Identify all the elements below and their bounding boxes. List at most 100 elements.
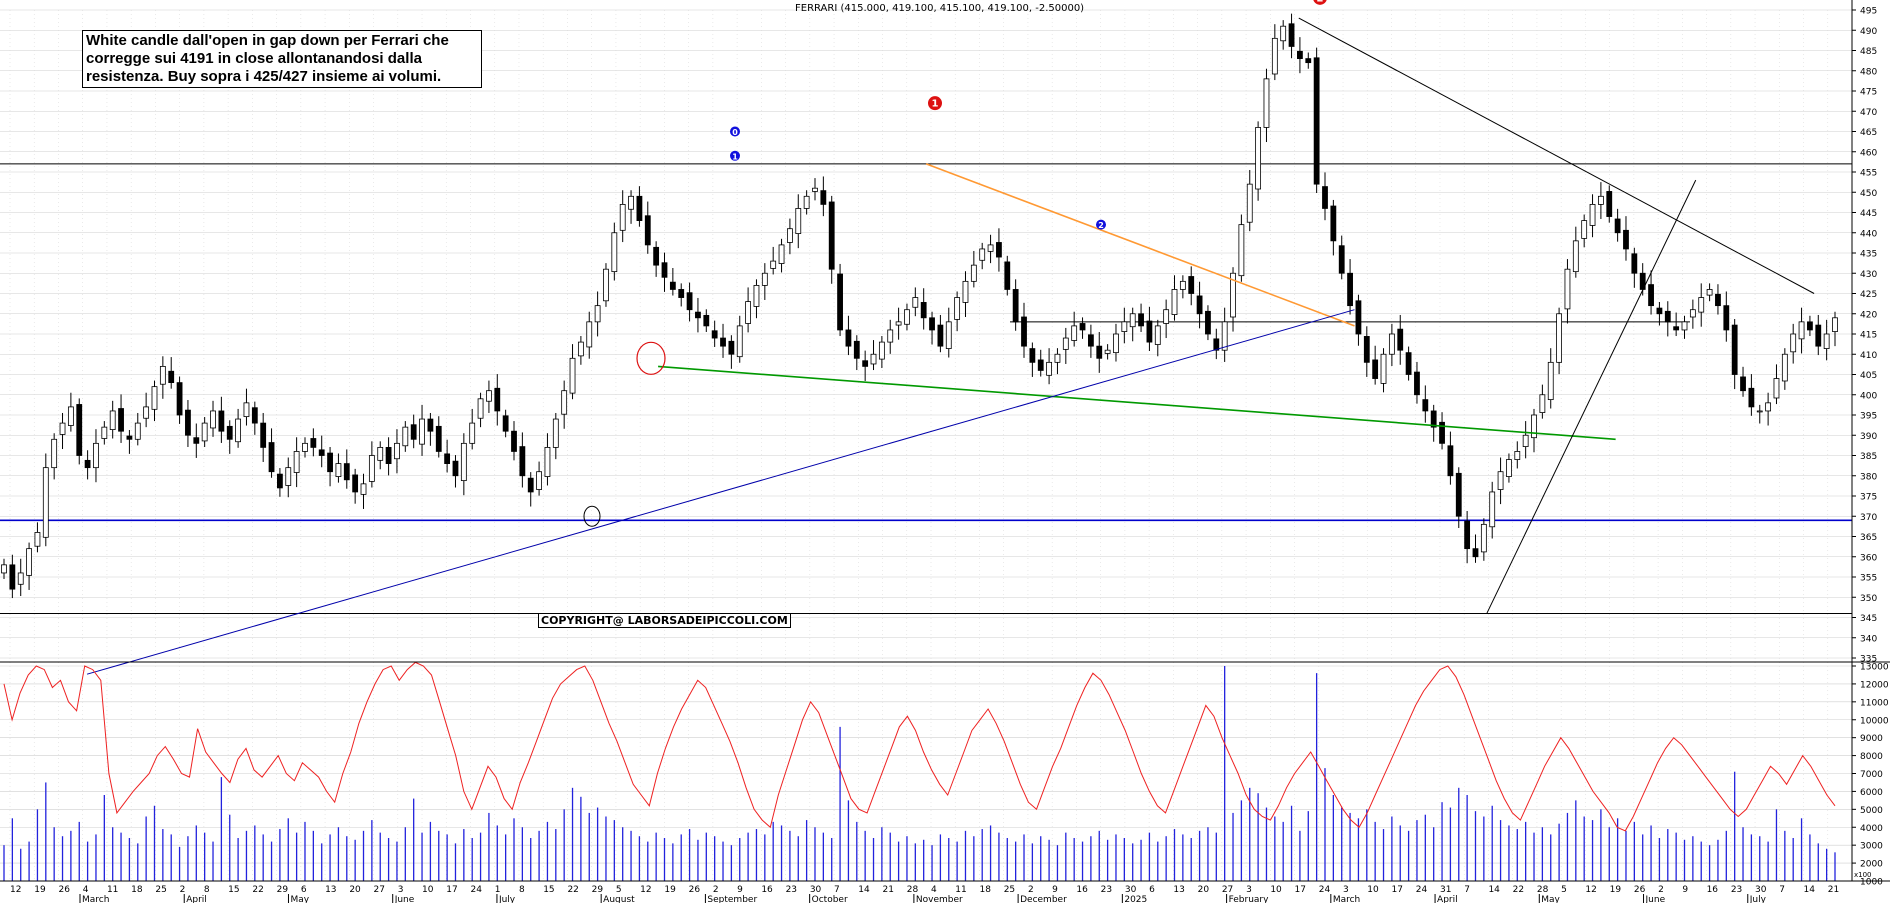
candle-body [1363, 336, 1370, 363]
day-tick-label: 28 [907, 885, 919, 895]
candle-body [201, 422, 208, 442]
candle-body [1154, 325, 1161, 345]
candle-body [126, 435, 133, 440]
candle-body [870, 353, 877, 365]
price-tick-label: 440 [1860, 229, 1877, 239]
candle-body [1054, 353, 1061, 363]
candle-body [377, 446, 384, 461]
day-tick-label: 12 [10, 885, 21, 895]
candle-body [1564, 268, 1571, 310]
candle-body [293, 451, 300, 473]
day-tick-label: 16 [1076, 885, 1088, 895]
candle-body [1255, 127, 1262, 190]
day-tick-label: 17 [446, 885, 457, 895]
month-tick-label: March [82, 895, 109, 903]
candle-body [226, 425, 233, 440]
day-tick-label: 14 [1488, 885, 1500, 895]
candle-body [1305, 58, 1312, 64]
price-tick-label: 475 [1860, 88, 1877, 98]
candle-body [51, 438, 58, 469]
day-tick-label: 20 [1198, 885, 1210, 895]
candle-body [318, 449, 325, 456]
day-tick-label: 24 [471, 885, 483, 895]
candle-body [268, 442, 275, 473]
candle-body [1322, 186, 1328, 209]
volume-tick-label: 11000 [1860, 698, 1889, 708]
wave-marker-label: 2 [1098, 221, 1104, 230]
candle-body [486, 390, 492, 402]
day-tick-label: 21 [883, 885, 894, 895]
price-tick-label: 385 [1860, 452, 1877, 462]
candle-body [636, 195, 643, 222]
candle-body [1798, 321, 1805, 340]
volume-tick-label: 13000 [1860, 663, 1889, 673]
price-tick-label: 450 [1860, 189, 1877, 199]
candle-body [1547, 361, 1554, 401]
candle-body [1531, 414, 1537, 439]
day-tick-label: 27 [374, 885, 385, 895]
candle-body [1372, 359, 1379, 379]
price-tick-label: 455 [1860, 169, 1877, 179]
candle-body [1021, 316, 1027, 347]
candle-body [1832, 317, 1838, 332]
candle-body [1, 564, 7, 574]
candle-body [736, 325, 743, 358]
day-tick-label: 2 [713, 885, 719, 895]
candle-body [402, 426, 409, 447]
candle-body [628, 195, 634, 210]
candle-body [352, 474, 359, 493]
day-tick-label: 16 [1707, 885, 1719, 895]
candle-body [435, 425, 442, 452]
candle-body [394, 442, 400, 460]
price-tick-label: 490 [1860, 27, 1877, 37]
candle-body [143, 406, 150, 419]
candle-body [1096, 345, 1103, 359]
candle-body [185, 409, 191, 436]
candle-body [1380, 353, 1387, 384]
price-tick-label: 390 [1860, 432, 1877, 442]
candle-body [1246, 183, 1253, 223]
day-tick-label: 3 [398, 885, 404, 895]
candle-body [695, 311, 701, 319]
volume-tick-label: 9000 [1860, 734, 1883, 744]
candle-body [1522, 434, 1529, 447]
month-tick-label: June [394, 895, 415, 903]
day-tick-label: 30 [1755, 885, 1767, 895]
candle-body [904, 309, 910, 325]
candle-body [1196, 295, 1203, 315]
candle-body [577, 341, 584, 357]
candle-body [586, 321, 593, 348]
day-tick-label: 2 [1028, 885, 1034, 895]
candle-body [310, 438, 317, 448]
candle-body [1271, 37, 1278, 75]
candle-body [327, 452, 333, 473]
candle-body [1556, 313, 1562, 363]
candle-body [1037, 359, 1044, 371]
candle-body [1781, 353, 1788, 382]
day-tick-label: 7 [1779, 885, 1785, 895]
candle-body [343, 463, 350, 481]
copyright-label: COPYRIGHT@ LABORSADEIPICCOLI.COM [538, 613, 791, 628]
day-tick-label: 6 [301, 885, 307, 895]
candle-body [1104, 349, 1111, 354]
day-tick-label: 12 [1585, 885, 1596, 895]
price-chart: 12 19 26 4 11 18 25 2 8 15 22 29 6 13 20 27 3 10 17 24 1 8 15 2… [0, 0, 1890, 903]
candle-body [787, 228, 793, 243]
candle-body [728, 340, 735, 355]
candle-body [1464, 520, 1471, 550]
day-tick-label: 5 [1561, 885, 1567, 895]
day-tick-label: 4 [83, 885, 89, 895]
candle-body [1815, 324, 1822, 347]
volume-tick-label: 5000 [1860, 806, 1883, 816]
candle-body [711, 330, 718, 339]
candle-body [1146, 320, 1153, 343]
candle-body [552, 418, 559, 448]
day-tick-label: 24 [1416, 885, 1428, 895]
day-tick-label: 30 [1125, 885, 1137, 895]
black-downtrend-line [1298, 17, 1815, 294]
candle-body [1179, 280, 1186, 290]
candle-body [1205, 310, 1211, 335]
candle-body [285, 467, 292, 486]
candle-body [1347, 272, 1353, 307]
day-tick-label: 18 [979, 885, 991, 895]
